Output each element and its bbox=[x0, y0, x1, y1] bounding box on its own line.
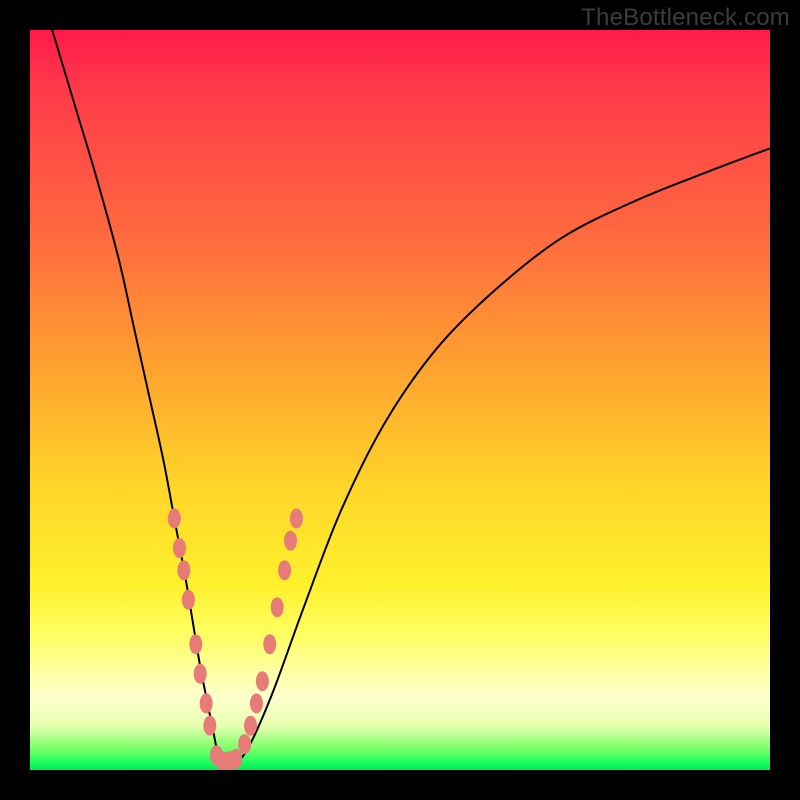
left-cluster-2 bbox=[173, 538, 186, 558]
chart-frame: TheBottleneck.com bbox=[0, 0, 800, 800]
left-mid-2 bbox=[194, 664, 207, 684]
left-low-1 bbox=[200, 693, 213, 713]
bottleneck-curve bbox=[52, 30, 770, 765]
left-cluster-4 bbox=[182, 590, 195, 610]
right-cluster-5 bbox=[290, 508, 303, 528]
left-low-2 bbox=[203, 716, 216, 736]
watermark-text: TheBottleneck.com bbox=[581, 4, 790, 32]
right-cluster-3 bbox=[278, 560, 291, 580]
left-cluster-3 bbox=[177, 560, 190, 580]
chart-overlay bbox=[30, 30, 770, 770]
right-low-1 bbox=[238, 734, 251, 754]
left-cluster-1 bbox=[168, 508, 181, 528]
vertex-4 bbox=[229, 749, 242, 769]
data-points bbox=[168, 508, 303, 770]
right-mid-1 bbox=[250, 693, 263, 713]
right-low-2 bbox=[244, 716, 257, 736]
right-cluster-2 bbox=[271, 597, 284, 617]
left-mid-1 bbox=[189, 634, 202, 654]
right-cluster-1 bbox=[263, 634, 276, 654]
right-cluster-4 bbox=[284, 531, 297, 551]
plot-area bbox=[30, 30, 770, 770]
right-mid-2 bbox=[256, 671, 269, 691]
